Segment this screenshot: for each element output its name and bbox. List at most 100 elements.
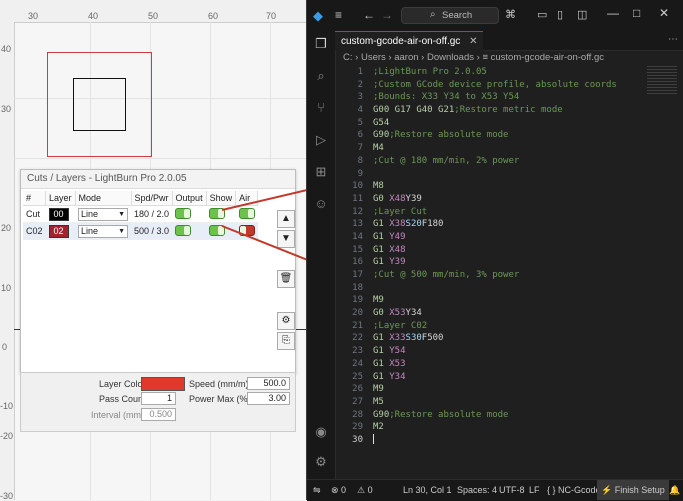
eol[interactable]: LF [529, 480, 540, 500]
show-toggle[interactable] [209, 207, 226, 219]
code-line[interactable]: 6 G90;Restore absolute mode [335, 129, 655, 142]
mode-select[interactable]: Line ▼ [78, 224, 129, 238]
code-line[interactable]: 27 M5 [335, 396, 655, 409]
close-tab-icon[interactable]: ✕ [469, 36, 477, 47]
move-down-button[interactable]: ▼ [277, 230, 295, 248]
speed-input[interactable]: 500.0 [247, 377, 290, 390]
maximize-icon[interactable]: □ [633, 6, 640, 20]
air-toggle-on[interactable] [238, 207, 255, 219]
code-line[interactable]: 15 G1 X48 [335, 244, 655, 257]
code-line[interactable]: 16 G1 Y39 [335, 256, 655, 269]
layer-settings-icon[interactable]: ⚙ [277, 312, 295, 330]
interval-label: Interval (mm) [91, 410, 145, 420]
mode-select[interactable]: Line ▼ [78, 207, 129, 221]
code-line[interactable]: 17 ;Cut @ 500 mm/min, 3% power [335, 269, 655, 282]
code-line[interactable]: 21 ;Layer C02 [335, 320, 655, 333]
indentation[interactable]: Spaces: 4 [457, 480, 497, 500]
copilot-icon[interactable]: ⌘ [505, 8, 516, 21]
layers-table[interactable]: # Layer Mode Spd/Pwr Output Show Air Cut… [23, 191, 259, 240]
breadcrumb-drive[interactable]: C: [343, 52, 353, 63]
explorer-icon[interactable]: ❐ [307, 33, 335, 55]
output-toggle[interactable] [175, 207, 192, 219]
code-line[interactable]: 20 G0 X53Y34 [335, 307, 655, 320]
output-toggle[interactable] [175, 224, 192, 236]
copilot-chat-icon[interactable]: ☺ [307, 193, 335, 215]
line-number: 15 [352, 244, 363, 255]
show-toggle[interactable] [209, 224, 226, 236]
code-line[interactable]: 3 ;Bounds: X33 Y34 to X53 Y54 [335, 91, 655, 104]
code-line[interactable]: 18 [335, 282, 655, 295]
account-icon[interactable]: ◉ [307, 421, 335, 443]
interval-input[interactable]: 0.500 [141, 408, 176, 421]
cursor-position[interactable]: Ln 30, Col 1 [403, 480, 452, 500]
layer-swatch[interactable]: 00 [48, 207, 69, 221]
code-line[interactable]: 22 G1 X33S30F500 [335, 332, 655, 345]
layer-color-swatch[interactable] [141, 377, 185, 391]
line-number: 26 [352, 384, 363, 395]
code-line[interactable]: 2 ;Custom GCode device profile, absolute … [335, 79, 655, 92]
warnings-indicator[interactable]: ⚠ 0 [357, 480, 373, 500]
code-line[interactable]: 4 G00 G17 G40 G21;Restore metric mode [335, 104, 655, 117]
code-line[interactable]: 5 G54 [335, 117, 655, 130]
code-line[interactable]: 10 M8 [335, 180, 655, 193]
more-actions-icon[interactable]: ⋯ [668, 34, 678, 45]
black-square-shape[interactable] [73, 78, 126, 131]
notifications-bell-icon[interactable]: 🔔 [669, 480, 680, 500]
code-line[interactable]: 19 M9 [335, 294, 655, 307]
code-line[interactable]: 25 G1 Y34 [335, 371, 655, 384]
close-icon[interactable]: ✕ [659, 6, 669, 20]
move-up-button[interactable]: ▲ [277, 210, 295, 228]
code-line[interactable]: 30 [335, 434, 655, 447]
code-line[interactable]: 11 G0 X48Y39 [335, 193, 655, 206]
back-arrow-icon[interactable]: ← [363, 8, 375, 22]
layout-icon[interactable]: ▭ [537, 8, 547, 21]
remote-icon[interactable]: ⇋ [313, 480, 321, 500]
power-max-input[interactable]: 3.00 [247, 392, 290, 405]
code-line[interactable]: 14 G1 Y49 [335, 231, 655, 244]
code-line[interactable]: 23 G1 Y54 [335, 345, 655, 358]
forward-arrow-icon[interactable]: → [381, 8, 393, 22]
copy-settings-icon[interactable]: ⎘ [277, 332, 295, 350]
finish-setup-button[interactable]: ⚡ Finish Setup [597, 480, 669, 500]
minimize-icon[interactable]: — [607, 6, 619, 20]
settings-gear-icon[interactable]: ⚙ [307, 451, 335, 473]
code-line[interactable]: 13 G1 X38S20F180 [335, 218, 655, 231]
minimap[interactable] [647, 66, 677, 96]
language-mode[interactable]: { } NC-Gcode [547, 480, 601, 500]
menu-icon[interactable]: ≡ [335, 8, 342, 22]
layer-row-cut[interactable]: Cut 00 Line ▼ 180 / 2.0 [23, 205, 258, 223]
breadcrumb-downloads[interactable]: Downloads [427, 52, 474, 63]
search-view-icon[interactable]: ⌕ [307, 65, 335, 87]
code-line[interactable]: 8 ;Cut @ 180 mm/min, 2% power [335, 155, 655, 168]
delete-layer-icon[interactable]: 🗑 [277, 270, 295, 288]
split-icon[interactable]: ◫ [577, 8, 587, 21]
panel-icon[interactable]: ▯ [557, 8, 563, 21]
source-control-icon[interactable]: ⑂ [307, 97, 335, 119]
spd-pwr: 180 / 2.0 [131, 205, 173, 223]
extensions-icon[interactable]: ⊞ [307, 161, 335, 183]
air-toggle-off[interactable] [238, 224, 255, 236]
code-line[interactable]: 26 M9 [335, 383, 655, 396]
command-search-box[interactable]: ⌕ Search [401, 7, 499, 24]
code-editor[interactable]: 1 ;LightBurn Pro 2.0.05 2 ;Custom GCode dev… [335, 66, 655, 447]
code-line[interactable]: 29 M2 [335, 421, 655, 434]
encoding[interactable]: UTF-8 [499, 480, 525, 500]
cuts-layers-window[interactable]: Cuts / Layers - LightBurn Pro 2.0.05 # L… [20, 169, 296, 374]
breadcrumb-user[interactable]: aaron [394, 52, 418, 63]
code-line[interactable]: 12 ;Layer Cut [335, 206, 655, 219]
run-debug-icon[interactable]: ▷ [307, 129, 335, 151]
code-line[interactable]: 7 M4 [335, 142, 655, 155]
code-line[interactable]: 9 [335, 168, 655, 181]
layer-row-c02[interactable]: C02 02 Line ▼ 500 / 3.0 [23, 222, 258, 240]
breadcrumb-users[interactable]: Users [361, 52, 386, 63]
layer-swatch[interactable]: 02 [48, 224, 69, 238]
breadcrumb-file[interactable]: custom-gcode-air-on-off.gc [491, 52, 604, 63]
vscode-window[interactable]: ◆ ≡ ← → ⌕ Search ⌘ ▭ ▯ ◫ — □ ✕ ❐ ⌕ ⑂ ▷ ⊞… [306, 0, 683, 501]
code-line[interactable]: 24 G1 X53 [335, 358, 655, 371]
tab-custom-gcode[interactable]: custom-gcode-air-on-off.gc ✕ [335, 31, 484, 51]
pass-count-input[interactable]: 1 [141, 392, 176, 405]
code-line[interactable]: 1 ;LightBurn Pro 2.0.05 [335, 66, 655, 79]
code-line[interactable]: 28 G90;Restore absolute mode [335, 409, 655, 422]
line-number: 16 [352, 257, 363, 268]
errors-indicator[interactable]: ⊗ 0 [331, 480, 346, 500]
